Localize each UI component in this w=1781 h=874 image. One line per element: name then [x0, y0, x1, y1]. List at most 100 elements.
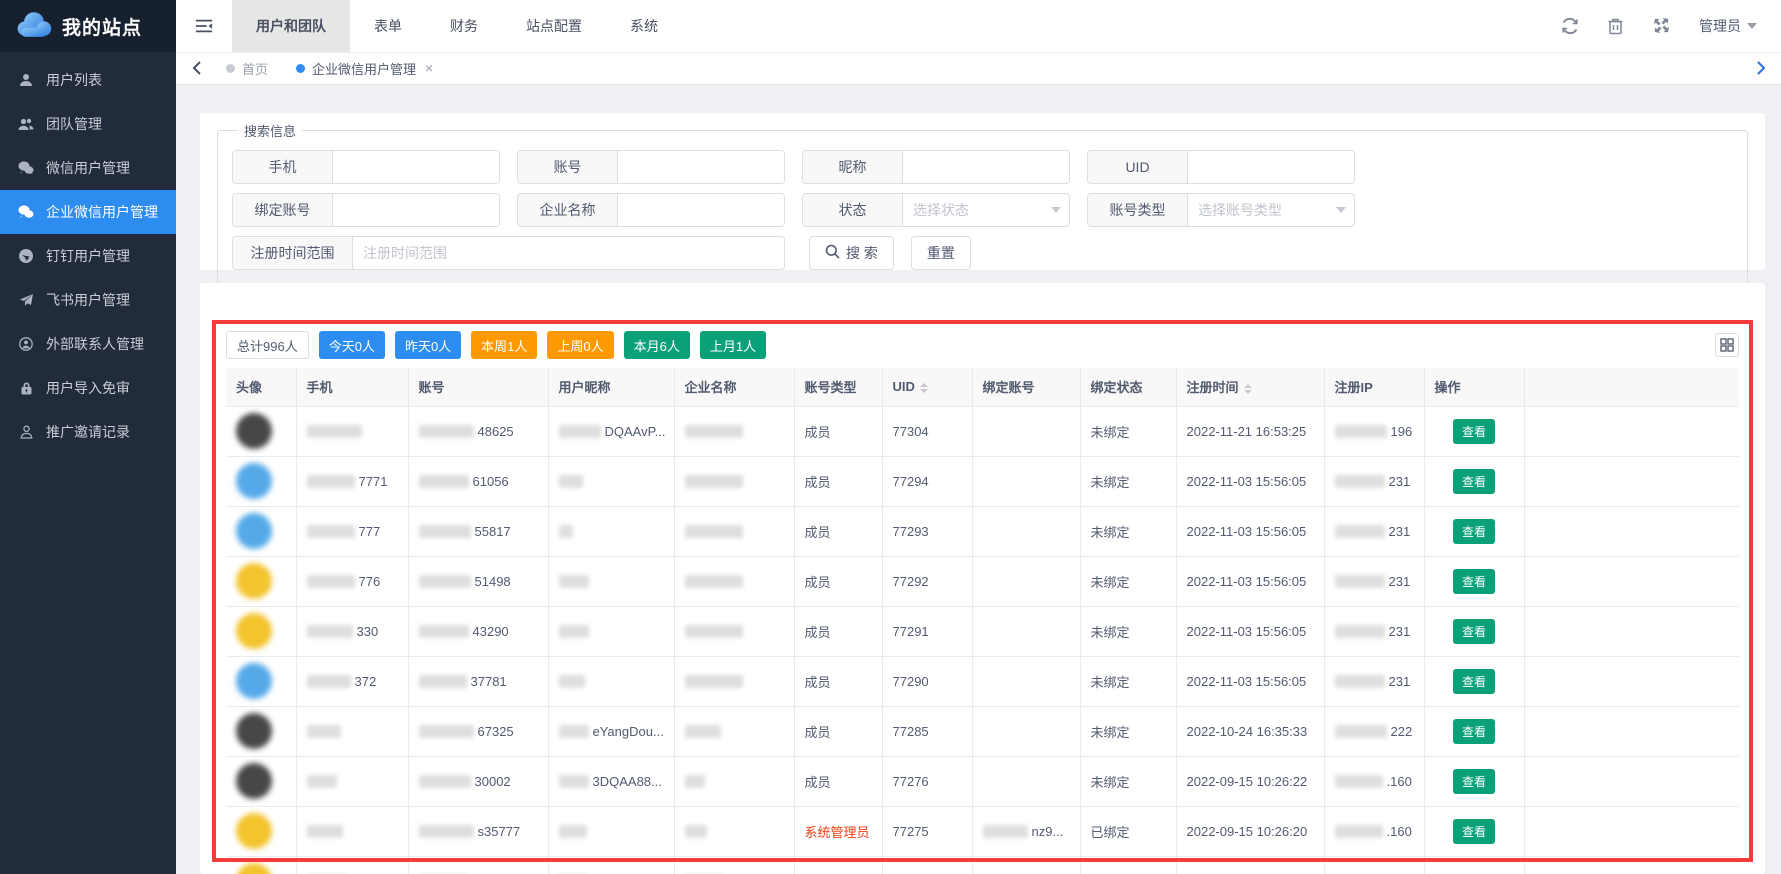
top-menu-item[interactable]: 表单: [350, 0, 426, 52]
table-row: 300023DQAA88...成员77276未绑定2022-09-15 10:2…: [226, 756, 1739, 806]
view-button[interactable]: 查看: [1453, 769, 1495, 794]
redacted-text: [983, 825, 1028, 838]
sort-icon[interactable]: [1244, 384, 1252, 394]
refresh-icon[interactable]: [1561, 17, 1579, 35]
phone-field-group: 手机: [232, 150, 500, 184]
view-button[interactable]: 查看: [1453, 419, 1495, 444]
redacted-text: [419, 525, 471, 538]
redacted-text: [1335, 675, 1385, 688]
tab-label: 企业微信用户管理: [312, 59, 416, 78]
redacted-text: [685, 825, 707, 838]
tab-close-icon[interactable]: ×: [425, 60, 433, 76]
reg-time-cell: 2022-11-03 15:56:05: [1176, 456, 1324, 506]
page-tabs-bar: 首页 企业微信用户管理 ×: [176, 52, 1781, 85]
stat-badge: 本周1人: [471, 331, 537, 359]
account-cell: 43290: [408, 606, 548, 656]
redacted-text: [419, 575, 471, 588]
sort-icon[interactable]: [920, 383, 928, 393]
account-cell: s35777: [408, 806, 548, 856]
app-window: 我的站点 用户列表团队管理微信用户管理企业微信用户管理钉钉用户管理飞书用户管理外…: [0, 0, 1781, 874]
row-filler: [1524, 856, 1739, 874]
view-button[interactable]: 查看: [1453, 469, 1495, 494]
status-select[interactable]: 选择状态: [903, 194, 1043, 226]
account-type-field-group: 账号类型选择账号类型: [1087, 193, 1355, 227]
uid-cell: 77292: [882, 556, 972, 606]
avatar: [236, 863, 272, 874]
phone-input[interactable]: [333, 151, 499, 183]
page-tab[interactable]: 首页: [212, 52, 282, 85]
view-button[interactable]: 查看: [1453, 819, 1495, 844]
action-cell: 查看: [1424, 406, 1524, 456]
table-row: 77755817成员77293未绑定2022-11-03 15:56:05231…: [226, 506, 1739, 556]
action-cell: 查看: [1424, 756, 1524, 806]
admin-dropdown[interactable]: 管理员: [1699, 16, 1757, 36]
sidebar-item[interactable]: 企业微信用户管理: [0, 190, 176, 234]
account-cell: 67325: [408, 706, 548, 756]
bind-account-input[interactable]: [333, 194, 499, 226]
nickname-cell: eYangDou...: [548, 706, 674, 756]
column-header[interactable]: UID: [882, 368, 972, 406]
view-button[interactable]: 查看: [1453, 569, 1495, 594]
trash-icon[interactable]: [1607, 17, 1625, 35]
redacted-text: [1335, 625, 1385, 638]
company-cell: [674, 456, 794, 506]
search-button[interactable]: 搜 索: [809, 236, 894, 270]
nickname-cell: [548, 506, 674, 556]
fullscreen-icon[interactable]: [1653, 17, 1671, 35]
company-name-input[interactable]: [618, 194, 784, 226]
redacted-text: [1335, 775, 1383, 788]
sidebar-collapse-icon[interactable]: [176, 0, 232, 52]
column-header[interactable]: 注册时间: [1176, 368, 1324, 406]
account-cell: 30002: [408, 756, 548, 806]
avatar: [236, 813, 272, 849]
phone-cell: [296, 856, 408, 874]
phone-cell: 777: [296, 506, 408, 556]
column-header-label: UID: [893, 379, 915, 394]
uid-label: UID: [1088, 151, 1188, 183]
chevron-down-icon: [1043, 194, 1069, 226]
column-header-label: 注册时间: [1187, 380, 1239, 395]
page-tab[interactable]: 企业微信用户管理 ×: [282, 52, 447, 85]
account-type-select[interactable]: 选择账号类型: [1188, 194, 1328, 226]
redacted-text: [307, 725, 341, 738]
reg-ip-cell: 231: [1324, 656, 1424, 706]
uid-cell: 77276: [882, 756, 972, 806]
sidebar-item[interactable]: 微信用户管理: [0, 146, 176, 190]
avatar-cell: [226, 806, 296, 856]
top-menu-item[interactable]: 财务: [426, 0, 502, 52]
tabs-scroll-right-icon[interactable]: [1749, 61, 1773, 75]
top-menu-item[interactable]: 站点配置: [502, 0, 606, 52]
view-button[interactable]: 查看: [1453, 719, 1495, 744]
top-menu-item[interactable]: 系统: [606, 0, 682, 52]
sidebar-item[interactable]: 用户导入免审: [0, 366, 176, 410]
top-menu-item[interactable]: 用户和团队: [232, 0, 350, 52]
tabs-scroll-left-icon[interactable]: [184, 61, 208, 75]
uid-input[interactable]: [1188, 151, 1354, 183]
sidebar-item[interactable]: 飞书用户管理: [0, 278, 176, 322]
nickname-input[interactable]: [903, 151, 1069, 183]
table-row: 777161056成员77294未绑定2022-11-03 15:56:0523…: [226, 456, 1739, 506]
sidebar-item[interactable]: 钉钉用户管理: [0, 234, 176, 278]
invite-icon: [18, 424, 34, 440]
redacted-text: [419, 725, 474, 738]
view-button[interactable]: 查看: [1453, 669, 1495, 694]
account-input[interactable]: [618, 151, 784, 183]
view-button[interactable]: 查看: [1453, 619, 1495, 644]
redacted-text: [1335, 725, 1387, 738]
wechat-icon: [18, 160, 34, 176]
chevron-down-icon: [1747, 23, 1757, 29]
sidebar-item[interactable]: 团队管理: [0, 102, 176, 146]
sidebar-item[interactable]: 外部联系人管理: [0, 322, 176, 366]
sidebar-item[interactable]: 用户列表: [0, 58, 176, 102]
bind-status-cell: 未绑定: [1080, 606, 1176, 656]
bind-account-cell: [972, 756, 1080, 806]
reg-time-cell: 2022-11-03 15:56:05: [1176, 506, 1324, 556]
avatar: [236, 663, 272, 699]
view-button[interactable]: 查看: [1453, 519, 1495, 544]
reset-button[interactable]: 重置: [911, 236, 971, 270]
reg-time-range-input[interactable]: [353, 237, 784, 269]
column-settings-icon[interactable]: [1715, 333, 1739, 357]
sidebar-item[interactable]: 推广邀请记录: [0, 410, 176, 454]
column-header: 操作: [1424, 368, 1524, 406]
avatar: [236, 413, 272, 449]
